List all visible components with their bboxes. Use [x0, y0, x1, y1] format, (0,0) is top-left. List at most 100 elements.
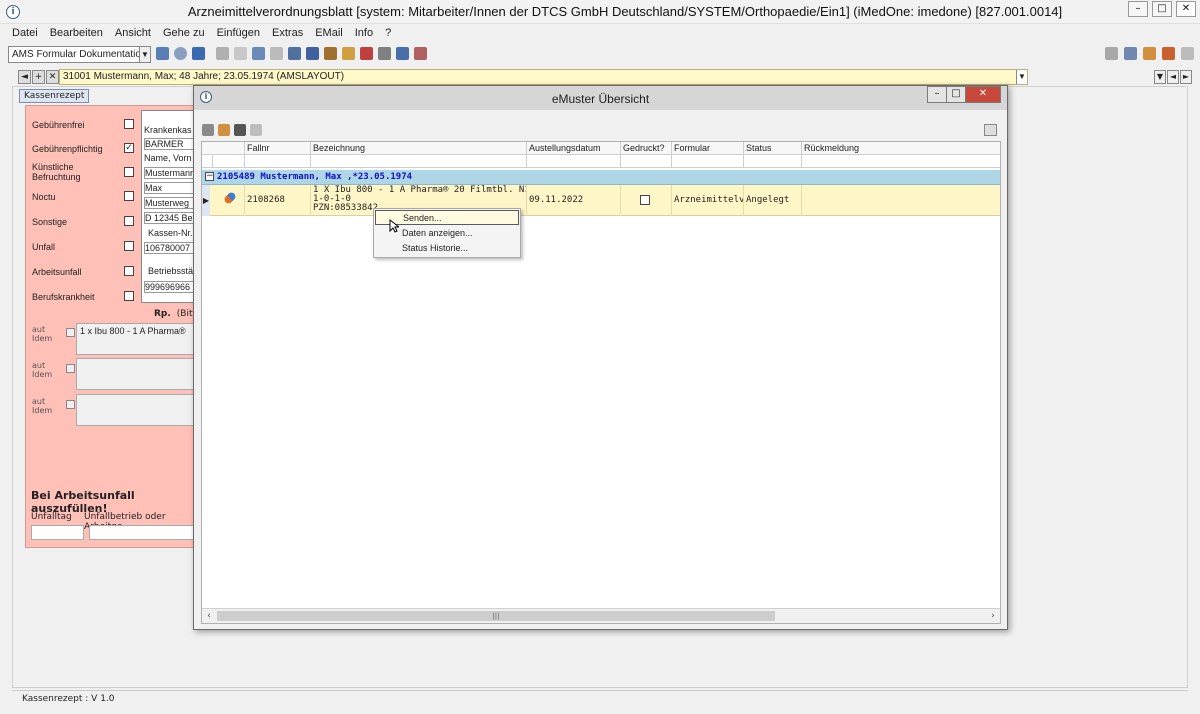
horizontal-scrollbar[interactable]: ‹ ||| ›	[202, 608, 1000, 623]
option-gebuehrenfrei-checkbox[interactable]	[124, 119, 134, 129]
back-arrow-icon[interactable]: ◄	[18, 70, 31, 84]
tab-kassenrezept[interactable]: Kassenrezept	[19, 89, 90, 103]
header-bezeichnung[interactable]: Bezeichnung	[310, 142, 526, 155]
patient-group-row[interactable]: − 2105489 Mustermann, Max ,*23.05.1974	[202, 170, 1000, 185]
option-arbeitsunfall-checkbox[interactable]	[124, 266, 134, 276]
filter-rueckmeldung[interactable]	[801, 155, 1000, 168]
patient-field[interactable]: 31001 Mustermann, Max; 48 Jahre; 23.05.1…	[59, 69, 1028, 85]
filter-bezeichnung[interactable]	[310, 155, 526, 168]
next-icon[interactable]: ►	[1180, 70, 1192, 84]
export-grid-icon[interactable]	[984, 124, 997, 136]
print-icon[interactable]	[252, 47, 265, 60]
chevron-down-icon[interactable]: ▼	[139, 47, 150, 62]
history-icon[interactable]	[306, 47, 319, 60]
rx-line-2[interactable]	[76, 358, 202, 390]
profile-select[interactable]: AMS Formular Dokumentation ▼	[8, 46, 151, 63]
menu-email[interactable]: EMail	[309, 25, 349, 43]
menu-ansicht[interactable]: Ansicht	[109, 25, 157, 43]
open-icon[interactable]	[202, 124, 214, 136]
form-icon[interactable]	[414, 47, 427, 60]
info-icon[interactable]	[396, 47, 409, 60]
option-noctu-checkbox[interactable]	[124, 191, 134, 201]
last-name-field[interactable]: Mustermann	[144, 167, 200, 179]
scroll-thumb[interactable]: |||	[217, 611, 775, 621]
filter-formular[interactable]	[671, 155, 743, 168]
maximize-button[interactable]: □	[1152, 1, 1172, 17]
prev-icon[interactable]: ◄	[1167, 70, 1179, 84]
chevron-down-icon[interactable]: ▼	[1154, 70, 1166, 84]
refresh-icon[interactable]	[192, 47, 205, 60]
insurer-field[interactable]: BARMER	[144, 138, 200, 150]
minimize-button[interactable]: –	[1128, 1, 1148, 17]
pencil-icon[interactable]	[156, 47, 169, 60]
delete-icon[interactable]	[270, 47, 283, 60]
scroll-right-icon[interactable]: ›	[986, 609, 1000, 623]
city-field[interactable]: D 12345 Be	[144, 212, 200, 224]
filter-icon[interactable]	[212, 155, 244, 168]
menu-gehe-zu[interactable]: Gehe zu	[157, 25, 211, 43]
menu-info[interactable]: Info	[349, 25, 379, 43]
header-gedruckt[interactable]: Gedruckt?	[620, 142, 671, 155]
option-befruchtung-checkbox[interactable]	[124, 167, 134, 177]
header-status[interactable]: Status	[743, 142, 801, 155]
filter-ausstellungsdatum[interactable]	[526, 155, 620, 168]
header-ausstellungsdatum[interactable]: Austellungsdatum	[526, 142, 620, 155]
save-icon[interactable]	[216, 47, 229, 60]
accident-company-field[interactable]	[89, 525, 201, 540]
context-status-history[interactable]: Status Historie...	[375, 241, 519, 256]
search-icon[interactable]	[174, 47, 187, 60]
menu-bearbeiten[interactable]: Bearbeiten	[44, 25, 109, 43]
settings-icon[interactable]	[288, 47, 301, 60]
aut-idem-checkbox-1[interactable]	[66, 328, 75, 337]
option-unfall-checkbox[interactable]	[124, 241, 134, 251]
trash-icon[interactable]	[234, 124, 246, 136]
option-berufskrankheit-checkbox[interactable]	[124, 291, 134, 301]
dialog-close-button[interactable]: ✕	[965, 86, 1001, 103]
close-case-icon[interactable]: ✕	[46, 70, 59, 84]
option-gebuehrenpflichtig-checkbox[interactable]: ✓	[124, 143, 134, 153]
filter-status[interactable]	[743, 155, 801, 168]
street-field[interactable]: Musterweg	[144, 197, 200, 209]
rx-line-1[interactable]: 1 x Ibu 800 - 1 A Pharma®	[76, 323, 202, 355]
alert-icon[interactable]	[360, 47, 373, 60]
filter-gedruckt[interactable]	[620, 155, 671, 168]
close-button[interactable]: ✕	[1176, 1, 1196, 17]
document-icon[interactable]	[342, 47, 355, 60]
printer-icon[interactable]	[1105, 47, 1118, 60]
menu-datei[interactable]: Datei	[6, 25, 44, 43]
export-icon[interactable]	[324, 47, 337, 60]
menu-help[interactable]: ?	[379, 25, 397, 43]
printed-checkbox[interactable]	[640, 195, 650, 205]
send-icon[interactable]	[218, 124, 230, 136]
tools-icon[interactable]	[1162, 47, 1175, 60]
collapse-icon[interactable]: −	[205, 172, 214, 181]
calendar-icon[interactable]	[1181, 47, 1194, 60]
first-name-field[interactable]: Max	[144, 182, 200, 194]
app-info-icon[interactable]: i	[6, 5, 20, 19]
aut-idem-checkbox-3[interactable]	[66, 400, 75, 409]
filter-fallnr[interactable]	[244, 155, 310, 168]
row-indicator-icon[interactable]: ▶	[202, 185, 210, 216]
betrieb-nr-field[interactable]: 999696966	[144, 281, 200, 293]
export-icon[interactable]	[1143, 47, 1156, 60]
fax-icon[interactable]	[1124, 47, 1137, 60]
option-sonstige-checkbox[interactable]	[124, 216, 134, 226]
chevron-down-icon[interactable]: ▼	[1016, 70, 1027, 84]
copy-icon[interactable]	[234, 47, 247, 60]
scroll-left-icon[interactable]: ‹	[202, 609, 216, 623]
dialog-minimize-button[interactable]: –	[927, 86, 947, 103]
copy-icon[interactable]	[250, 124, 262, 136]
table-row[interactable]: ▶ 2108268 1 X Ibu 800 - 1 A Pharma® 20 F…	[202, 185, 1000, 216]
menu-einfuegen[interactable]: Einfügen	[211, 25, 266, 43]
header-rueckmeldung[interactable]: Rückmeldung	[801, 142, 1000, 155]
header-formular[interactable]: Formular	[671, 142, 743, 155]
aut-idem-checkbox-2[interactable]	[66, 364, 75, 373]
dialog-maximize-button[interactable]: □	[946, 86, 966, 103]
header-fallnr[interactable]: Fallnr	[244, 142, 310, 155]
add-icon[interactable]: +	[32, 70, 45, 84]
accident-day-field[interactable]	[31, 525, 84, 540]
menu-extras[interactable]: Extras	[266, 25, 309, 43]
rx-line-3[interactable]	[76, 394, 202, 426]
kassen-nr-field[interactable]: 106780007	[144, 242, 200, 254]
edit-icon[interactable]	[378, 47, 391, 60]
